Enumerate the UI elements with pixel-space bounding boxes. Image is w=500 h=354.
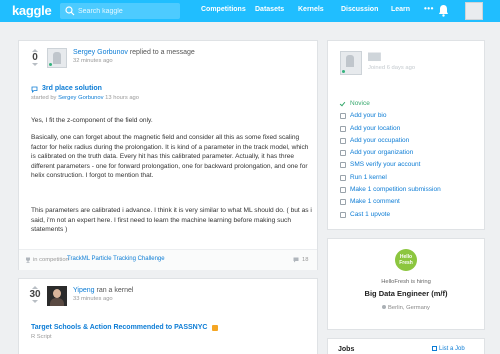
profile-joined: Joined 6 days ago (368, 65, 416, 71)
competition-footer: in competition TrackML Particle Tracking… (19, 249, 317, 270)
competition-link[interactable]: TrackML Particle Tracking Challenge (67, 256, 165, 262)
kernel-badge-icon (212, 325, 218, 331)
activity-time: 33 minutes ago (73, 296, 113, 302)
vote-widget[interactable]: 0 (27, 49, 43, 66)
user-avatar[interactable] (465, 2, 483, 20)
kernel-title-link[interactable]: Target Schools & Action Recommended to P… (31, 324, 207, 331)
author-link[interactable]: Sergey Gorbunov (73, 49, 128, 56)
message-paragraph: Yes, I fit the z-component of the field … (31, 117, 153, 124)
location-pin-icon (382, 305, 387, 309)
checklist-item-novice: Novice (340, 98, 480, 110)
kernel-language: R Script (31, 334, 52, 340)
checkbox-icon (340, 113, 346, 120)
profile-name[interactable]: ███ (368, 54, 381, 61)
more-menu-icon[interactable]: ••• (424, 4, 434, 13)
checkbox-icon (340, 187, 346, 194)
vote-widget[interactable]: 30 (25, 286, 45, 303)
job-ad-card[interactable]: Hello Fresh HelloFresh is hiring Big Dat… (327, 238, 485, 330)
search-box[interactable] (60, 3, 180, 19)
kaggle-logo[interactable]: kaggle (12, 3, 52, 18)
job-company: HelloFresh is hiring (381, 279, 431, 285)
feed-item-kernel: 30 Yipeng ran a kernel 33 minutes ago Ta… (18, 278, 318, 354)
checkbox-icon (340, 211, 346, 218)
thread-start-time: 13 hours ago (105, 95, 139, 101)
activity-text: ran a kernel (96, 287, 134, 294)
checklist-item-sms[interactable]: SMS verify your account (340, 159, 480, 171)
activity-time: 32 minutes ago (73, 58, 113, 64)
search-input[interactable] (78, 4, 176, 18)
message-paragraph: This parameters are calibrated i advance… (31, 207, 312, 234)
message-paragraph: Basically, one can forget about the magn… (31, 134, 309, 180)
checkbox-icon (340, 162, 346, 169)
checklist-item-organization[interactable]: Add your organization (340, 147, 480, 159)
bell-icon[interactable] (438, 4, 449, 17)
downvote-icon[interactable] (32, 63, 38, 66)
author-avatar[interactable] (47, 286, 67, 306)
job-title[interactable]: Big Data Engineer (m/f) (328, 289, 484, 298)
profile-avatar[interactable] (340, 51, 362, 75)
thread-author-link[interactable]: Sergey Gorbunov (58, 95, 103, 101)
competition-label: in competition (33, 257, 69, 263)
comment-count[interactable]: 18 (302, 257, 308, 264)
checkbox-icon (340, 125, 346, 132)
profile-progress-card: ███ Joined 6 days ago Novice Add your bi… (327, 40, 485, 230)
hellofresh-logo: Hello Fresh (395, 249, 417, 271)
nav-competitions[interactable]: Competitions (201, 6, 246, 13)
plus-icon (432, 346, 437, 351)
checklist-item-upvote[interactable]: Cast 1 upvote (340, 209, 480, 221)
checklist-item-submission[interactable]: Make 1 competition submission (340, 184, 480, 196)
nav-learn[interactable]: Learn (391, 6, 410, 13)
started-by-label: started by (31, 95, 57, 101)
vote-count: 30 (29, 289, 41, 300)
search-icon (65, 6, 75, 16)
checklist-item-location[interactable]: Add your location (340, 123, 480, 135)
jobs-heading: Jobs (338, 346, 355, 353)
author-link[interactable]: Yipeng (73, 287, 95, 294)
nav-discussion[interactable]: Discussion (341, 6, 378, 13)
checkbox-icon (340, 174, 346, 181)
check-icon (340, 101, 346, 107)
checklist-item-bio[interactable]: Add your bio (340, 110, 480, 122)
thread-title-link[interactable]: 3rd place solution (42, 85, 102, 92)
downvote-icon[interactable] (32, 300, 38, 303)
jobs-card: Jobs List a Job (327, 338, 485, 354)
checklist-item-comment[interactable]: Make 1 comment (340, 196, 480, 208)
comment-bubble-icon (31, 86, 38, 93)
top-nav-bar: kaggle Competitions Datasets Kernels Dis… (0, 0, 500, 22)
nav-kernels[interactable]: Kernels (298, 6, 324, 13)
nav-datasets[interactable]: Datasets (255, 6, 284, 13)
vote-count: 0 (32, 52, 38, 63)
checkbox-icon (340, 199, 346, 206)
comments-icon (293, 257, 299, 263)
feed-item-reply: 0 Sergey Gorbunov replied to a message 3… (18, 40, 318, 270)
checkbox-icon (340, 150, 346, 157)
checklist-item-kernel[interactable]: Run 1 kernel (340, 172, 480, 184)
checklist-item-occupation[interactable]: Add your occupation (340, 135, 480, 147)
trophy-icon (26, 257, 30, 263)
author-avatar[interactable] (47, 48, 67, 68)
profile-checklist: Novice Add your bio Add your location Ad… (340, 98, 480, 221)
checkbox-icon (340, 137, 346, 144)
job-location: Berlin, Germany (388, 305, 430, 311)
list-job-link[interactable]: List a Job (432, 346, 465, 352)
activity-text: replied to a message (129, 49, 195, 56)
